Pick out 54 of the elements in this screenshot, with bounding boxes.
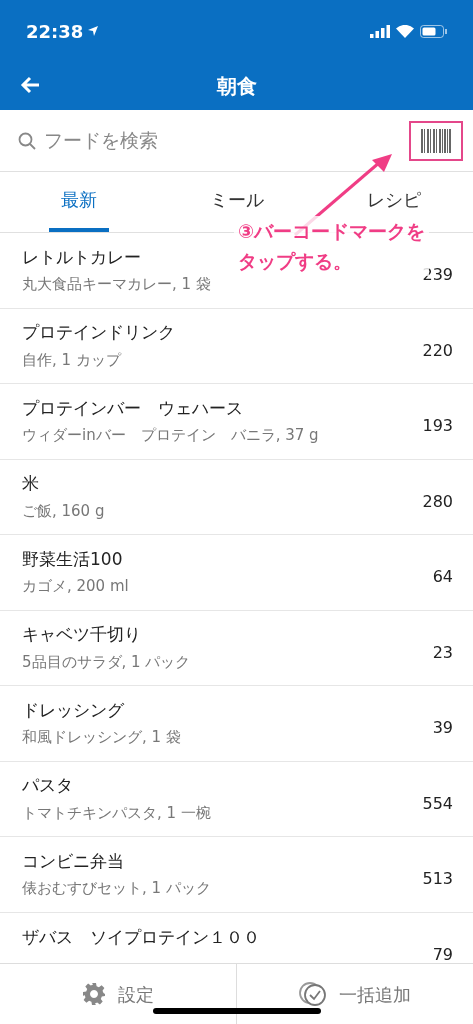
food-row[interactable]: 米 ご飯, 160 g 280	[0, 459, 473, 535]
screen-title: 朝食	[216, 73, 257, 100]
tab[interactable]: レシピ	[363, 186, 426, 213]
food-row[interactable]: プロテインドリンク 自作, 1 カップ 220	[0, 308, 473, 384]
search-icon	[18, 131, 36, 150]
food-name: 米	[22, 472, 39, 496]
calories: 79	[432, 943, 453, 964]
calories: 513	[422, 868, 453, 891]
food-detail: 5品目のサラダ, 1 パック	[22, 651, 191, 673]
calories: 23	[432, 641, 453, 664]
calories: 554	[422, 792, 453, 815]
food-row[interactable]: パスタ トマトチキンパスタ, 1 一椀 554	[0, 761, 473, 837]
food-detail: ご飯, 160 g	[22, 500, 105, 522]
food-name: 野菜生活100	[22, 547, 123, 571]
wifi-icon	[396, 24, 414, 38]
food-row[interactable]: キャベツ千切り 5品目のサラダ, 1 パック 23	[0, 610, 473, 686]
food-row[interactable]: コンビニ弁当 俵おむすびセット, 1 パック 513	[0, 837, 473, 913]
settings-button[interactable]: 設定	[0, 964, 236, 1024]
food-detail: カゴメ, 200 ml	[22, 576, 129, 598]
food-row[interactable]: プロテインバー ウェハース ウィダーinバー プロテイン バニラ, 37 g 193	[0, 384, 473, 460]
back-arrow-icon[interactable]	[20, 76, 40, 94]
food-name: レトルトカレー	[22, 245, 141, 269]
food-detail: 和風ドレッシング, 1 袋	[22, 727, 181, 749]
food-row[interactable]: 野菜生活100 カゴメ, 200 ml 64	[0, 535, 473, 611]
status-time: 22:38	[26, 19, 84, 44]
food-name: パスタ	[22, 774, 73, 798]
food-name: プロテインバー ウェハース	[22, 396, 243, 420]
food-name: ドレッシング	[22, 698, 124, 722]
calories: 220	[422, 339, 453, 362]
food-name: プロテインドリンク	[22, 321, 175, 345]
food-detail: トマトチキンパスタ, 1 一椀	[22, 802, 211, 824]
food-name: コンビニ弁当	[22, 849, 124, 873]
food-name: キャベツ千切り	[22, 623, 141, 647]
barcode-button[interactable]	[409, 120, 463, 161]
food-detail: 俵おむすびセット, 1 パック	[22, 878, 211, 900]
food-name: ザバス ソイプロテイン１００	[22, 926, 260, 949]
food-detail: ウィダーinバー プロテイン バニラ, 37 g	[22, 425, 319, 447]
food-detail: 丸大食品キーマカレー, 1 袋	[22, 274, 211, 296]
search-field[interactable]: フードを検索	[44, 126, 344, 155]
double-check-circle-icon	[299, 981, 327, 1007]
gear-icon	[82, 982, 106, 1006]
signal-icon	[370, 24, 390, 38]
annotation-text: ③バーコードマークを タップする。	[234, 216, 430, 276]
calories: 39	[432, 717, 453, 740]
tab[interactable]: ミール	[205, 186, 268, 213]
tab[interactable]: 最新	[56, 186, 101, 213]
calories: 193	[422, 415, 453, 438]
calories: 280	[422, 490, 453, 513]
food-detail: 自作, 1 カップ	[22, 349, 121, 371]
location-icon	[87, 25, 100, 37]
battery-icon	[420, 24, 447, 38]
barcode-icon	[421, 128, 451, 153]
food-row[interactable]: ドレッシング 和風ドレッシング, 1 袋 39	[0, 686, 473, 762]
calories: 64	[432, 566, 453, 589]
